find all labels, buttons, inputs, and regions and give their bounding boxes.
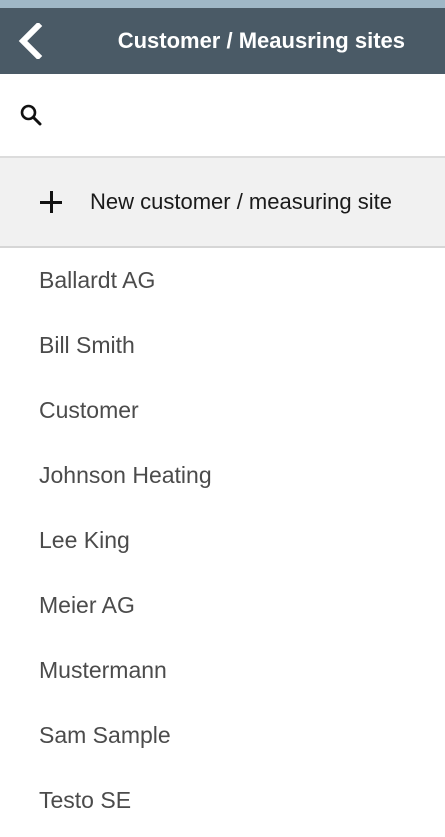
customer-sites-screen: Customer / Meausring sites New customer … bbox=[0, 0, 445, 837]
list-item[interactable]: Customer bbox=[0, 378, 445, 443]
chevron-left-icon bbox=[18, 23, 43, 59]
page-title: Customer / Meausring sites bbox=[117, 28, 405, 53]
status-strip bbox=[0, 0, 445, 8]
list-item[interactable]: Meier AG bbox=[0, 573, 445, 638]
list-item[interactable]: Ballardt AG bbox=[0, 248, 445, 313]
list-item[interactable]: Mustermann bbox=[0, 638, 445, 703]
app-header: Customer / Meausring sites bbox=[0, 8, 445, 74]
list-item[interactable]: Lee King bbox=[0, 508, 445, 573]
list-item[interactable]: Bill Smith bbox=[0, 313, 445, 378]
new-customer-label: New customer / measuring site bbox=[90, 189, 392, 214]
customer-list: Ballardt AG Bill Smith Customer Johnson … bbox=[0, 248, 445, 833]
search-icon[interactable] bbox=[20, 104, 42, 126]
new-customer-button[interactable]: New customer / measuring site bbox=[0, 158, 445, 248]
search-input[interactable] bbox=[58, 94, 445, 136]
list-item[interactable]: Sam Sample bbox=[0, 703, 445, 768]
back-button[interactable] bbox=[0, 8, 60, 74]
list-item[interactable]: Testo SE bbox=[0, 768, 445, 833]
search-bar bbox=[0, 74, 445, 158]
plus-icon bbox=[40, 191, 62, 213]
list-item[interactable]: Johnson Heating bbox=[0, 443, 445, 508]
